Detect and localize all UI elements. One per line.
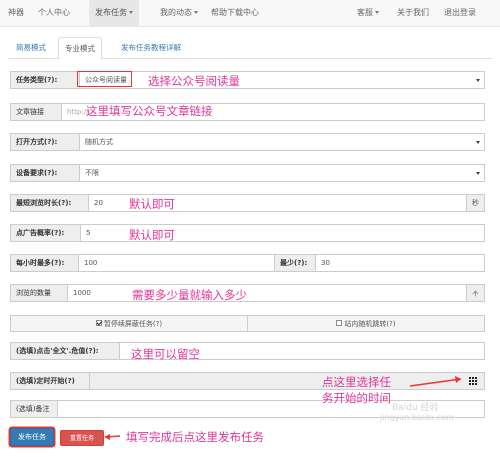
watermark-baidu: Baidu 经验 xyxy=(392,403,439,413)
watermark-url: jingyan.baidu.com xyxy=(380,413,454,422)
annotation-arrows xyxy=(104,376,462,440)
